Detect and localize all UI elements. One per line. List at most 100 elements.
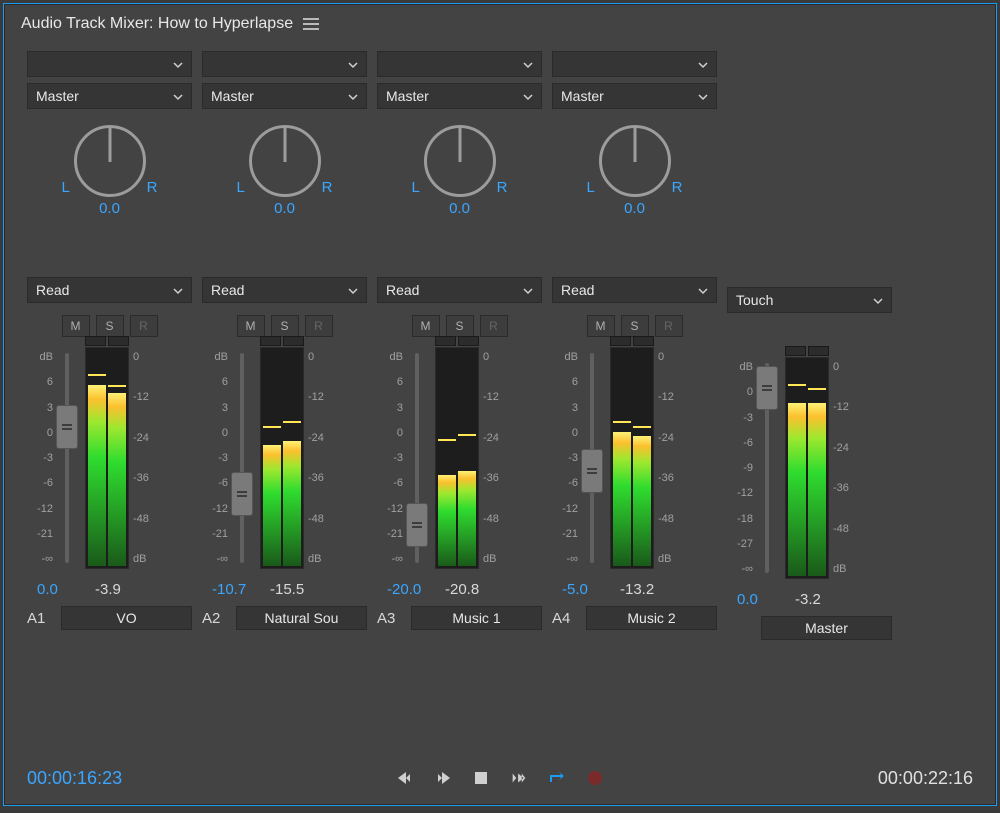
output-select[interactable]: Master — [377, 83, 542, 109]
clip-indicators[interactable] — [435, 336, 479, 346]
channel-name-row: A3 Music 1 — [377, 606, 542, 630]
pan-knob[interactable] — [424, 125, 496, 197]
channel-values: -5.0 -13.2 — [552, 581, 717, 598]
chevron-down-icon — [523, 286, 533, 296]
record-enable-button[interactable]: R — [655, 315, 683, 337]
fader-thumb[interactable] — [756, 366, 778, 410]
pan-value[interactable]: 0.0 — [449, 200, 470, 217]
track-name-field[interactable]: Natural Sou — [236, 606, 367, 630]
fader-thumb[interactable] — [581, 449, 603, 493]
volume-fader[interactable] — [232, 347, 252, 569]
meter-area: dB630-3-6-12-21-∞ 0-12-24-36-48dB — [27, 347, 192, 569]
peak-value: -13.2 — [620, 581, 654, 598]
meter-scale-right: 0-12-24-36-48dB — [129, 347, 159, 569]
send-slot[interactable] — [202, 51, 367, 77]
record-enable-button[interactable]: R — [305, 315, 333, 337]
channel-strip-A1: Master LR 0.0 Read M S R dB630-3-6-12-21… — [27, 51, 192, 743]
loop-icon[interactable] — [547, 768, 567, 788]
track-name-field[interactable]: Master — [761, 616, 892, 640]
clip-indicators[interactable] — [785, 346, 829, 356]
output-select[interactable]: Master — [552, 83, 717, 109]
solo-button[interactable]: S — [271, 315, 299, 337]
pan-value[interactable]: 0.0 — [624, 200, 645, 217]
master-strip: Touch MSR dB 0-3-6-9-12-18-27-∞ — [727, 51, 892, 743]
trim-value[interactable]: -10.7 — [212, 581, 256, 598]
stop-icon[interactable] — [471, 768, 491, 788]
panel-menu-icon[interactable] — [303, 16, 319, 32]
meter-scale-right: 0-12-24-36-48dB — [654, 347, 684, 569]
channel-strip-container: Master LR 0.0 Read M S R dB630-3-6-12-21… — [27, 51, 717, 743]
trim-value[interactable]: 0.0 — [737, 591, 781, 608]
chevron-down-icon — [698, 92, 708, 102]
pan-control: LR 0.0 — [27, 115, 192, 217]
automation-mode-select[interactable]: Read — [27, 277, 192, 303]
fader-thumb[interactable] — [231, 472, 253, 516]
channel-name-row: A2 Natural Sou — [202, 606, 367, 630]
msr-buttons: M S R — [27, 315, 192, 337]
master-values: 0.0 -3.2 — [727, 591, 892, 608]
automation-mode-select[interactable]: Read — [552, 277, 717, 303]
solo-button[interactable]: S — [96, 315, 124, 337]
output-select[interactable]: Master — [27, 83, 192, 109]
send-slot[interactable] — [27, 51, 192, 77]
play-in-to-out-icon[interactable] — [509, 768, 529, 788]
pan-value[interactable]: 0.0 — [99, 200, 120, 217]
track-name-field[interactable]: Music 1 — [411, 606, 542, 630]
record-icon[interactable] — [585, 768, 605, 788]
send-slot[interactable] — [552, 51, 717, 77]
pan-control: LR 0.0 — [202, 115, 367, 217]
volume-fader[interactable] — [757, 357, 777, 579]
current-timecode[interactable]: 00:00:16:23 — [27, 768, 122, 789]
clip-indicators[interactable] — [610, 336, 654, 346]
pan-value[interactable]: 0.0 — [274, 200, 295, 217]
fader-scale-left: dB630-3-6-12-21-∞ — [377, 347, 407, 569]
automation-mode-label: Read — [211, 282, 244, 298]
mute-button[interactable]: M — [62, 315, 90, 337]
mute-button[interactable]: M — [587, 315, 615, 337]
pan-knob[interactable] — [599, 125, 671, 197]
mute-button[interactable]: M — [412, 315, 440, 337]
pan-control: LR 0.0 — [552, 115, 717, 217]
volume-fader[interactable] — [407, 347, 427, 569]
fader-thumb[interactable] — [406, 503, 428, 547]
panel-title: Audio Track Mixer: How to Hyperlapse — [21, 15, 293, 33]
level-meter — [610, 347, 654, 569]
clip-indicators[interactable] — [260, 336, 304, 346]
automation-mode-label: Read — [561, 282, 594, 298]
trim-value[interactable]: -5.0 — [562, 581, 606, 598]
master-meter-area: dB 0-3-6-9-12-18-27-∞ 0-12-24-36-48 dB — [727, 357, 892, 579]
volume-fader[interactable] — [582, 347, 602, 569]
volume-fader[interactable] — [57, 347, 77, 569]
pan-left-label: L — [412, 179, 420, 196]
fader-thumb[interactable] — [56, 405, 78, 449]
peak-value: -3.2 — [795, 591, 821, 608]
chevron-down-icon — [173, 92, 183, 102]
trim-value[interactable]: 0.0 — [37, 581, 81, 598]
send-slot[interactable] — [377, 51, 542, 77]
meter-scale-right: 0-12-24-36-48dB — [304, 347, 334, 569]
go-to-in-icon[interactable] — [395, 768, 415, 788]
solo-button[interactable]: S — [446, 315, 474, 337]
fader-scale-left: dB630-3-6-12-21-∞ — [552, 347, 582, 569]
chevron-down-icon — [348, 286, 358, 296]
record-enable-button[interactable]: R — [480, 315, 508, 337]
automation-mode-select[interactable]: Read — [377, 277, 542, 303]
automation-mode-select[interactable]: Touch — [727, 287, 892, 313]
trim-value[interactable]: -20.0 — [387, 581, 431, 598]
track-name-field[interactable]: Music 2 — [586, 606, 717, 630]
meter-scale-right: 0-12-24-36-48 dB — [829, 357, 859, 579]
track-name-field[interactable]: VO — [61, 606, 192, 630]
record-enable-button[interactable]: R — [130, 315, 158, 337]
meter-area: dB630-3-6-12-21-∞ 0-12-24-36-48dB — [377, 347, 542, 569]
solo-button[interactable]: S — [621, 315, 649, 337]
mute-button[interactable]: M — [237, 315, 265, 337]
fader-scale-left: dB630-3-6-12-21-∞ — [27, 347, 57, 569]
master-pan-spacer — [727, 115, 892, 239]
pan-knob[interactable] — [74, 125, 146, 197]
meter-area: dB630-3-6-12-21-∞ 0-12-24-36-48dB — [552, 347, 717, 569]
go-to-out-icon[interactable] — [433, 768, 453, 788]
clip-indicators[interactable] — [85, 336, 129, 346]
automation-mode-select[interactable]: Read — [202, 277, 367, 303]
output-select[interactable]: Master — [202, 83, 367, 109]
pan-knob[interactable] — [249, 125, 321, 197]
